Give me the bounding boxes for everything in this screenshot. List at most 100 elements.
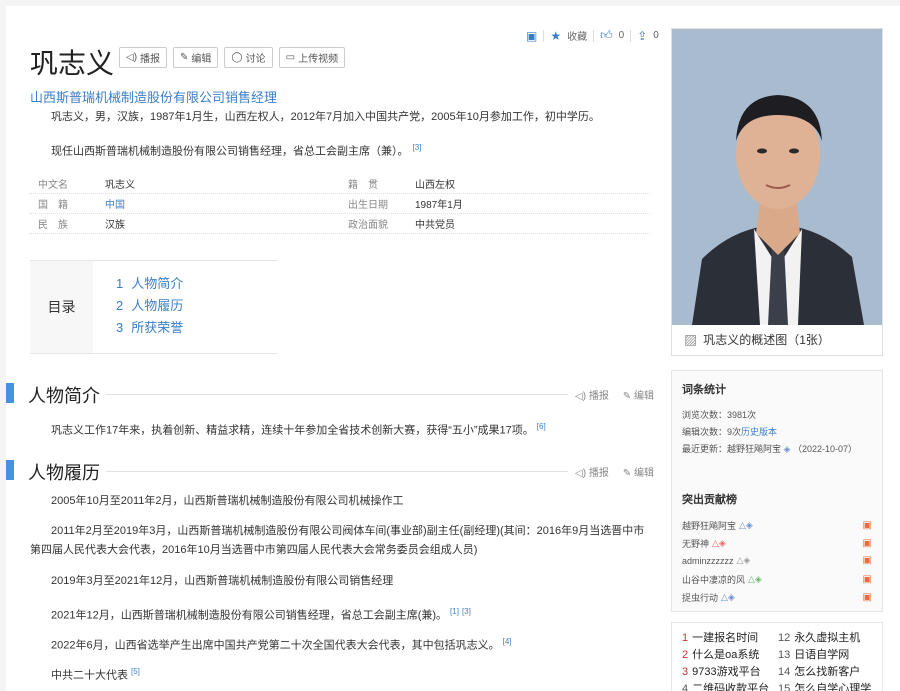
page-title: 巩志义 bbox=[30, 48, 115, 79]
upload-video-label: 上传视频 bbox=[298, 54, 339, 65]
info-key: 中文名 bbox=[38, 180, 68, 191]
thumbs-up-icon[interactable]: 👍︎ bbox=[600, 28, 613, 43]
portrait-photo[interactable] bbox=[672, 29, 882, 325]
section-edit-label: 编辑 bbox=[634, 391, 654, 402]
contributor-name[interactable]: 越野狂飚阿宝 bbox=[682, 519, 736, 532]
hot-text: 怎么自学心理学 bbox=[794, 683, 872, 691]
hot-item[interactable]: 3 9733游戏平台 bbox=[682, 663, 778, 679]
star-icon[interactable]: ★ bbox=[550, 29, 561, 43]
section-edit-button[interactable]: ✎ 编辑 bbox=[623, 387, 654, 402]
paragraph-text: 巩志义工作17年来，执着创新、精益求精，连续十年参加全省技术创新大赛，获得“五小… bbox=[51, 424, 534, 437]
reference-link[interactable]: [1] bbox=[450, 607, 459, 616]
section-edit-button[interactable]: ✎ 编辑 bbox=[623, 464, 654, 479]
section-edit-label: 编辑 bbox=[634, 468, 654, 479]
hot-item[interactable]: 14 怎么找新客户 bbox=[778, 663, 874, 679]
updated-user[interactable]: 越野狂飚阿宝 bbox=[727, 444, 781, 454]
info-value: 山西左权 bbox=[415, 180, 455, 191]
reference-link[interactable]: [6] bbox=[537, 422, 546, 431]
hot-item[interactable]: 4 二维码收款平台 bbox=[682, 680, 778, 691]
flag-icon: ▣ bbox=[862, 520, 872, 531]
page: 巩志义 ◁) 播报 ✎ 编辑 ◯ 讨论 ▭ 上传视频 ▣ ★ 收藏 👍︎ 0 ⇪ 0 山… bbox=[6, 6, 900, 691]
contributor-row[interactable]: 捉虫行动 △◈ ▣ bbox=[682, 591, 872, 604]
info-key: 国 籍 bbox=[38, 200, 68, 211]
level-icon: △◈ bbox=[721, 592, 735, 602]
contributor-name[interactable]: 山谷中凄凉的风 bbox=[682, 573, 745, 586]
reference-link[interactable]: [4] bbox=[503, 637, 512, 646]
section-broadcast-button[interactable]: ◁) 播报 bbox=[575, 464, 609, 479]
discuss-button[interactable]: ◯ 讨论 bbox=[224, 47, 273, 68]
section-broadcast-label: 播报 bbox=[588, 391, 609, 402]
hot-grid: 1 一建报名时间 12 永久虚拟主机 2 什么是oa系统 13 日语自学网 3 9733游… bbox=[682, 629, 872, 691]
toc-items: 1 人物简介 2 人物履历 3 所获荣誉 bbox=[116, 273, 183, 339]
history-link[interactable]: 历史版本 bbox=[741, 427, 777, 437]
edits-count: 编辑次数：9次历史版本 bbox=[682, 424, 872, 441]
video-icon: ▭ bbox=[285, 52, 296, 63]
info-value-link[interactable]: 中国 bbox=[105, 196, 340, 211]
hot-search-list: 1 一建报名时间 12 永久虚拟主机 2 什么是oa系统 13 日语自学网 3 9733游… bbox=[671, 622, 883, 691]
hot-item[interactable]: 15 怎么自学心理学 bbox=[778, 680, 874, 691]
flag-icon: ▣ bbox=[862, 574, 872, 585]
hot-text: 什么是oa系统 bbox=[692, 649, 760, 661]
table-of-contents: 目录 1 人物简介 2 人物履历 3 所获荣誉 bbox=[30, 260, 278, 354]
section-title: 人物履历 bbox=[28, 459, 106, 485]
toc-item[interactable]: 3 所获荣誉 bbox=[116, 317, 183, 339]
hot-rank: 3 bbox=[682, 666, 689, 678]
edit-button[interactable]: ✎ 编辑 bbox=[173, 47, 219, 68]
toc-number: 3 bbox=[116, 320, 124, 335]
section-paragraph: 中共二十大代表 [5] bbox=[51, 662, 673, 686]
share-icon[interactable]: ⇪ bbox=[637, 29, 647, 43]
discuss-label: 讨论 bbox=[245, 54, 266, 65]
section-heading-career: 人物履历 ◁) 播报 ✎ 编辑 bbox=[6, 459, 654, 485]
contributor-name[interactable]: adminzzzzzz bbox=[682, 556, 734, 566]
summary-photo-card[interactable]: ▨ 巩志义的概述图（1张） bbox=[671, 28, 883, 356]
broadcast-label: 播报 bbox=[140, 54, 161, 65]
intro-paragraph: 现任山西斯普瑞机械制造股份有限公司销售经理，省总工会副主席（兼）。 [3] bbox=[51, 139, 421, 161]
section-paragraph: 2019年3月至2021年12月，山西斯普瑞机械制造股份有限公司销售经理 bbox=[51, 575, 394, 587]
contributor-row[interactable]: 山谷中凄凉的风 △◈ ▣ bbox=[682, 573, 872, 586]
top-tools: ▣ ★ 收藏 👍︎ 0 ⇪ 0 bbox=[526, 28, 659, 43]
bookmark-icon[interactable]: ▣ bbox=[526, 29, 537, 43]
section-broadcast-button[interactable]: ◁) 播报 bbox=[575, 387, 609, 402]
section-bar bbox=[6, 383, 14, 403]
photo-caption[interactable]: ▨ 巩志义的概述图（1张） bbox=[684, 331, 830, 348]
collect-label[interactable]: 收藏 bbox=[567, 28, 587, 43]
hot-rank: 13 bbox=[778, 649, 791, 661]
contributor-name[interactable]: 无野神 bbox=[682, 537, 709, 550]
hot-rank: 1 bbox=[682, 632, 689, 644]
hot-text: 一建报名时间 bbox=[692, 632, 759, 644]
chat-icon: ◯ bbox=[231, 52, 243, 63]
stats-title: 词条统计 bbox=[682, 384, 726, 396]
updated-date: （2022-10-07） bbox=[792, 444, 858, 454]
info-value: 1987年1月 bbox=[415, 200, 463, 211]
section-rule bbox=[28, 394, 568, 395]
level-icon: △◈ bbox=[748, 574, 762, 584]
level-icon: △◈ bbox=[736, 555, 751, 565]
toc-item[interactable]: 2 人物履历 bbox=[116, 295, 183, 317]
section-broadcast-label: 播报 bbox=[588, 468, 609, 479]
contributor-row[interactable]: 越野狂飚阿宝 △◈ ▣ bbox=[682, 519, 872, 532]
hot-item[interactable]: 2 什么是oa系统 bbox=[682, 646, 778, 662]
divider bbox=[543, 29, 545, 42]
toc-text: 人物简介 bbox=[131, 276, 184, 291]
reference-link[interactable]: [3] bbox=[462, 607, 471, 616]
hot-rank: 12 bbox=[778, 632, 791, 644]
user-badge-icon: ◈ bbox=[783, 444, 791, 454]
upload-video-button[interactable]: ▭ 上传视频 bbox=[278, 47, 346, 68]
edit-label: 编辑 bbox=[191, 54, 212, 65]
contributor-name[interactable]: 捉虫行动 bbox=[682, 591, 718, 604]
section-ops: ◁) 播报 ✎ 编辑 bbox=[575, 387, 654, 402]
reference-link[interactable]: [5] bbox=[131, 667, 140, 676]
broadcast-button[interactable]: ◁) 播报 bbox=[119, 47, 168, 68]
reference-link[interactable]: [3] bbox=[413, 143, 422, 152]
flag-icon: ▣ bbox=[862, 555, 872, 566]
contributor-row[interactable]: adminzzzzzz △◈ ▣ bbox=[682, 555, 872, 566]
hot-item[interactable]: 13 日语自学网 bbox=[778, 646, 874, 662]
contributor-row[interactable]: 无野神 △◈ ▣ bbox=[682, 537, 872, 550]
divider bbox=[630, 29, 632, 42]
pencil-icon: ✎ bbox=[180, 52, 189, 63]
hot-item[interactable]: 12 永久虚拟主机 bbox=[778, 629, 874, 645]
toc-item[interactable]: 1 人物简介 bbox=[116, 273, 183, 295]
section-title: 人物简介 bbox=[28, 382, 106, 408]
hot-item[interactable]: 1 一建报名时间 bbox=[682, 629, 778, 645]
portrait-illustration bbox=[672, 29, 882, 325]
